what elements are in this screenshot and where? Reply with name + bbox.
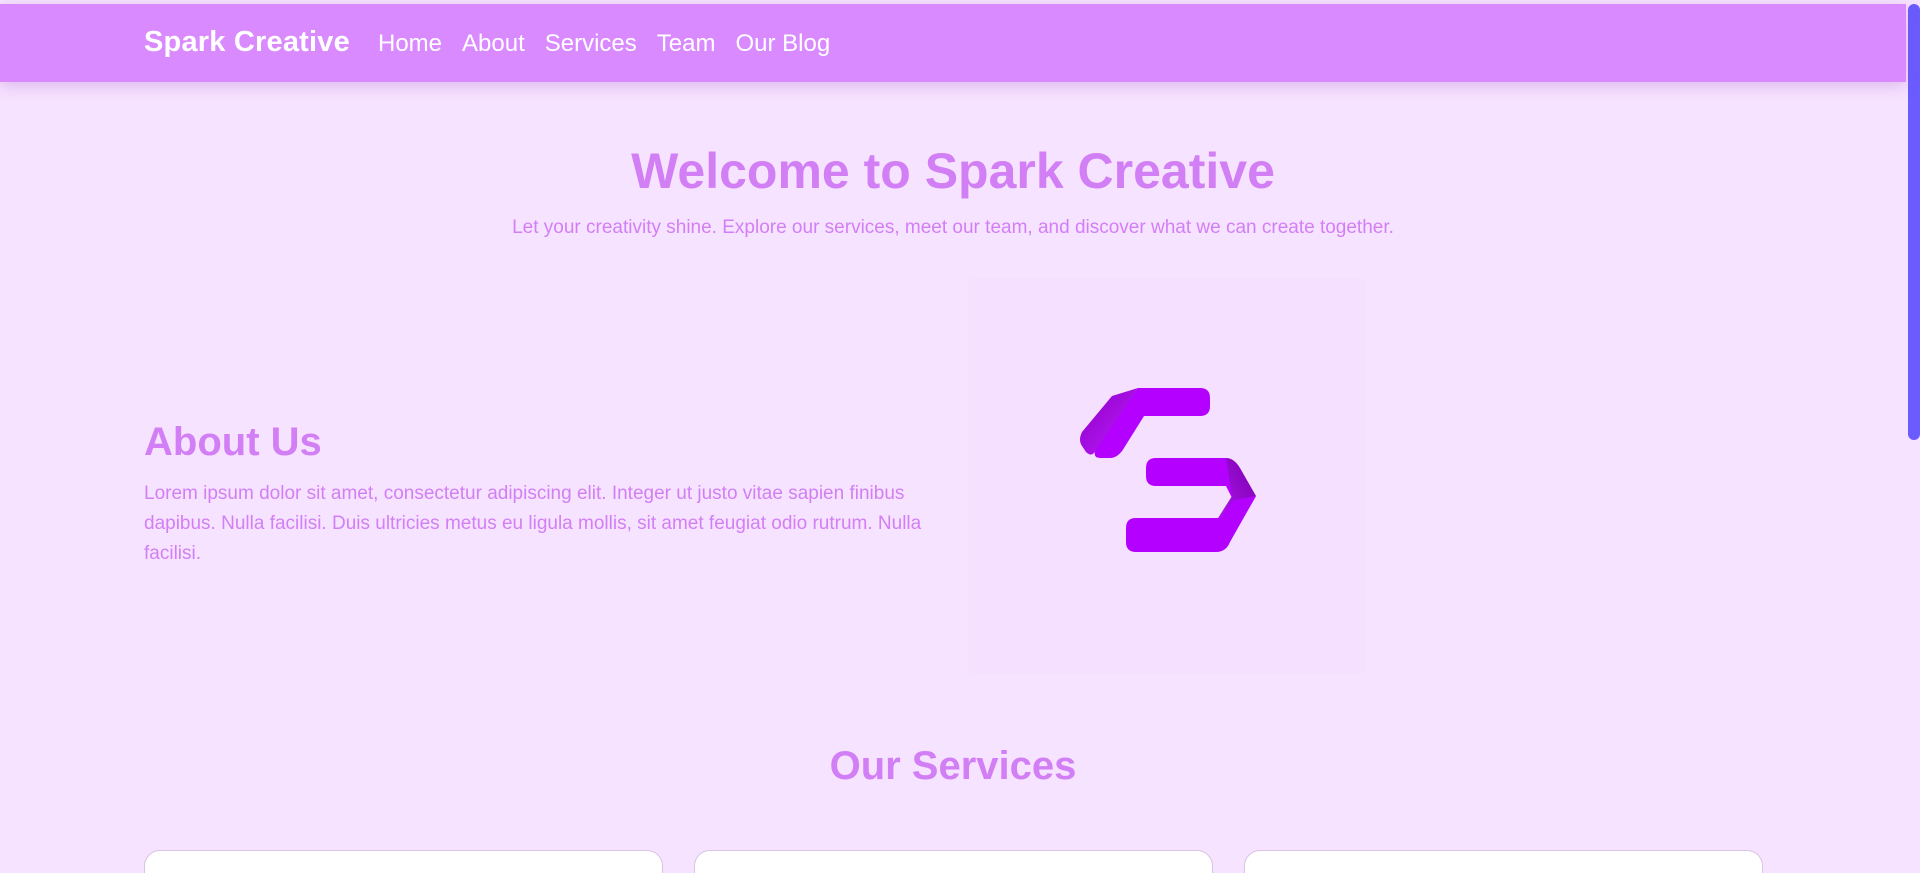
about-title: About Us (144, 420, 322, 464)
hero-subtitle: Let your creativity shine. Explore our s… (512, 217, 1394, 238)
service-card (144, 850, 663, 873)
scrollbar-thumb[interactable] (1908, 4, 1920, 440)
nav-link-home[interactable]: Home (378, 30, 442, 58)
brand-logo-link[interactable]: Spark Creative (144, 26, 350, 59)
nav-link-team[interactable]: Team (657, 30, 716, 58)
hero-title: Welcome to Spark Creative (631, 143, 1275, 199)
nav-link-about[interactable]: About (462, 30, 525, 58)
spark-s-logo-icon (1080, 388, 1256, 552)
page: Spark Creative Home About Services Team … (0, 0, 1920, 873)
about-image (968, 278, 1366, 674)
nav-link-blog[interactable]: Our Blog (735, 30, 830, 58)
about-text: Lorem ipsum dolor sit amet, consectetur … (144, 483, 922, 564)
service-card (694, 850, 1213, 873)
nav-link-services[interactable]: Services (545, 30, 637, 58)
services-title: Our Services (829, 744, 1077, 788)
navbar: Spark Creative Home About Services Team … (0, 4, 1906, 82)
service-card (1244, 850, 1763, 873)
nav-links: Home About Services Team Our Blog (378, 30, 850, 58)
